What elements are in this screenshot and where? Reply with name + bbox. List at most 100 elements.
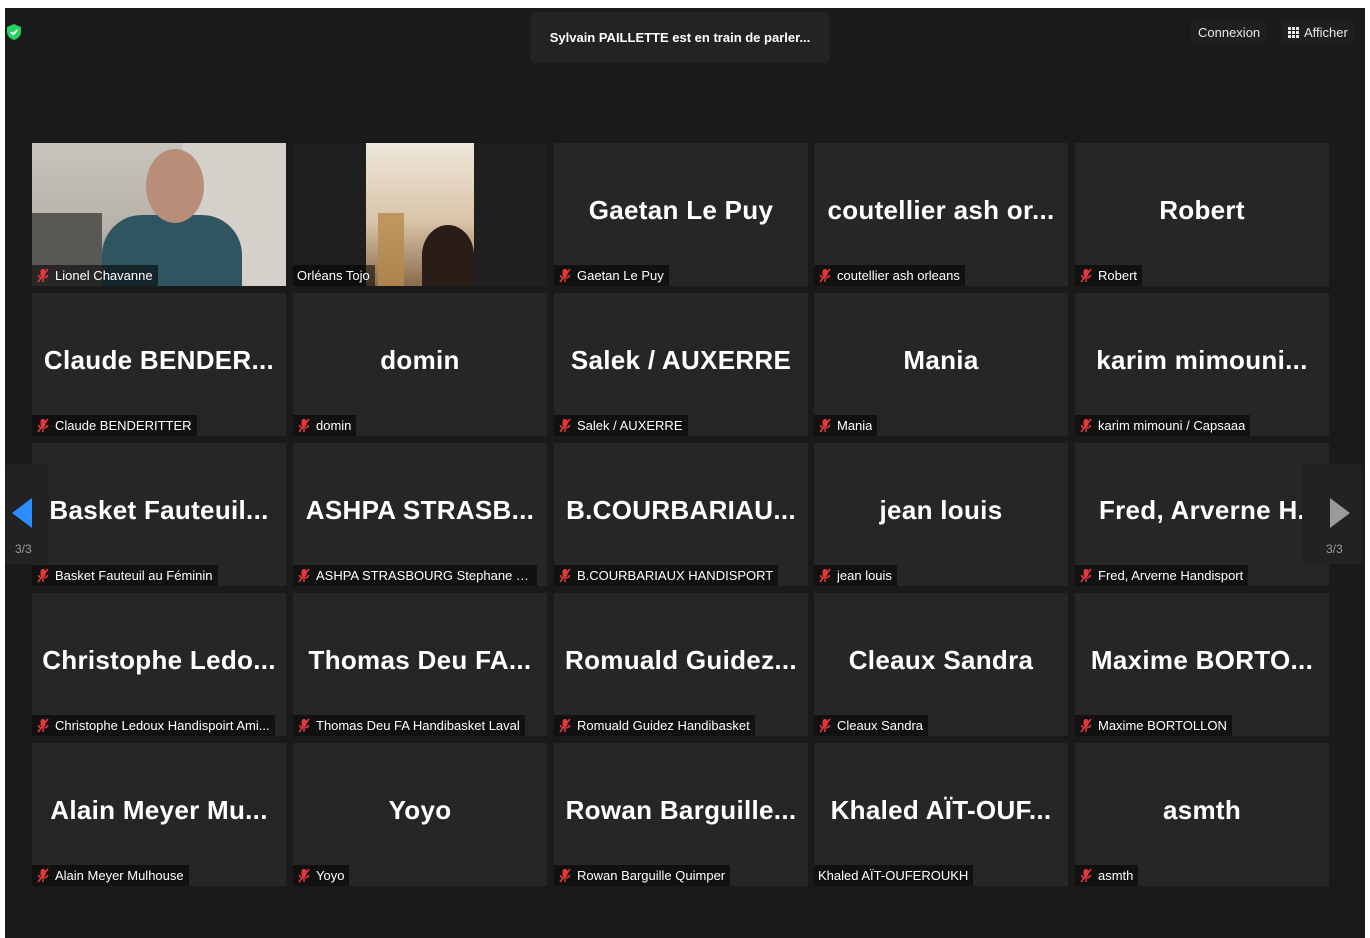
participant-tile[interactable]: karim mimouni... karim mimouni / Capsaaa bbox=[1075, 293, 1329, 436]
participant-name: Fred, Arverne Handisport bbox=[1098, 568, 1244, 583]
participant-tile[interactable]: Christophe Ledo... Christophe Ledoux Hand… bbox=[32, 593, 286, 736]
participant-name: Gaetan Le Puy bbox=[577, 268, 664, 283]
participant-name-label: Robert bbox=[1075, 265, 1143, 286]
active-speaker-text: Sylvain PAILLETTE est en train de parler… bbox=[549, 30, 811, 45]
participant-name-label: Cleaux Sandra bbox=[814, 715, 928, 736]
participant-name: ASHPA STRASBOURG Stephane KN... bbox=[316, 568, 532, 583]
participant-name-label: karim mimouni / Capsaaa bbox=[1075, 415, 1251, 436]
muted-microphone-icon bbox=[36, 868, 50, 883]
participant-tile[interactable]: Khaled AÏT-OUF... Khaled AÏT-OUFEROUKH bbox=[814, 743, 1068, 886]
page-indicator-right: 3/3 bbox=[1326, 542, 1343, 556]
participant-display-name: B.COURBARIAU... bbox=[566, 495, 796, 525]
arrow-left-icon bbox=[12, 498, 32, 528]
muted-microphone-icon bbox=[297, 568, 311, 583]
participant-name-label: Fred, Arverne Handisport bbox=[1075, 565, 1249, 586]
participant-display-name: Christophe Ledo... bbox=[42, 645, 276, 675]
participant-tile[interactable]: Claude BENDER... Claude BENDERITTER bbox=[32, 293, 286, 436]
participant-tile[interactable]: Alain Meyer Mu... Alain Meyer Mulhouse bbox=[32, 743, 286, 886]
participant-tile[interactable]: Romuald Guidez... Romuald Guidez Handibas… bbox=[554, 593, 808, 736]
muted-microphone-icon bbox=[36, 718, 50, 733]
muted-microphone-icon bbox=[558, 868, 572, 883]
participant-tile[interactable]: Yoyo Yoyo bbox=[293, 743, 547, 886]
participant-name: Alain Meyer Mulhouse bbox=[55, 868, 184, 883]
muted-microphone-icon bbox=[297, 868, 311, 883]
participant-tile[interactable]: Mania Mania bbox=[814, 293, 1068, 436]
participant-display-name: Romuald Guidez... bbox=[565, 645, 797, 675]
participant-tile[interactable]: B.COURBARIAU... B.COURBARIAUX HANDISPORT bbox=[554, 443, 808, 586]
muted-microphone-icon bbox=[1079, 418, 1093, 433]
participant-name-label: Romuald Guidez Handibasket bbox=[554, 715, 755, 736]
participant-name: Claude BENDERITTER bbox=[55, 418, 192, 433]
participant-display-name: jean louis bbox=[879, 495, 1003, 525]
participant-name-label: Claude BENDERITTER bbox=[32, 415, 197, 436]
participant-tile[interactable]: Orléans Tojo bbox=[293, 143, 547, 286]
participant-display-name: Fred, Arverne H. bbox=[1098, 495, 1306, 525]
participant-display-name: Alain Meyer Mu... bbox=[50, 795, 268, 825]
participant-display-name: Salek / AUXERRE bbox=[570, 345, 792, 375]
muted-microphone-icon bbox=[818, 568, 832, 583]
participant-name-label: Khaled AÏT-OUFEROUKH bbox=[814, 865, 974, 886]
participant-tile[interactable]: Fred, Arverne H. Fred, Arverne Handisport bbox=[1075, 443, 1329, 586]
muted-microphone-icon bbox=[558, 718, 572, 733]
participant-display-name: domin bbox=[380, 345, 460, 375]
participant-tile[interactable]: Thomas Deu FA... Thomas Deu FA Handibaske… bbox=[293, 593, 547, 736]
muted-microphone-icon bbox=[36, 418, 50, 433]
participant-name-label: Mania bbox=[814, 415, 878, 436]
participant-tile[interactable]: Cleaux Sandra Cleaux Sandra bbox=[814, 593, 1068, 736]
participant-name: Cleaux Sandra bbox=[837, 718, 923, 733]
participant-name: Robert bbox=[1098, 268, 1138, 283]
participant-name-label: Christophe Ledoux Handispoirt Ami... bbox=[32, 715, 275, 736]
participant-name: asmth bbox=[1098, 868, 1134, 883]
participant-name-label: Yoyo bbox=[293, 865, 350, 886]
participant-name-label: Rowan Barguille Quimper bbox=[554, 865, 731, 886]
encryption-shield-icon[interactable] bbox=[7, 24, 21, 40]
participant-name-label: Salek / AUXERRE bbox=[554, 415, 688, 436]
login-button[interactable]: Connexion bbox=[1191, 20, 1268, 44]
participant-tile[interactable]: Salek / AUXERRE Salek / AUXERRE bbox=[554, 293, 808, 436]
participant-tile[interactable]: domin domin bbox=[293, 293, 547, 436]
participant-display-name: Mania bbox=[903, 345, 979, 375]
participant-name-label: jean louis bbox=[814, 565, 897, 586]
participant-tile[interactable]: Lionel Chavanne bbox=[32, 143, 286, 286]
participant-display-name: Cleaux Sandra bbox=[848, 645, 1034, 675]
participant-name: Romuald Guidez Handibasket bbox=[577, 718, 750, 733]
participant-display-name: asmth bbox=[1162, 795, 1242, 825]
participant-tile[interactable]: ASHPA STRASB... ASHPA STRASBOURG Stephane… bbox=[293, 443, 547, 586]
participant-display-name: ASHPA STRASB... bbox=[305, 495, 535, 525]
active-speaker-banner: Sylvain PAILLETTE est en train de parler… bbox=[530, 12, 830, 63]
participant-tile[interactable]: asmth asmth bbox=[1075, 743, 1329, 886]
participant-name: Salek / AUXERRE bbox=[577, 418, 683, 433]
participant-tile[interactable]: Rowan Barguille... Rowan Barguille Quimpe… bbox=[554, 743, 808, 886]
participant-name: Yoyo bbox=[316, 868, 345, 883]
participant-tile[interactable]: Robert Robert bbox=[1075, 143, 1329, 286]
login-label: Connexion bbox=[1198, 24, 1261, 40]
participant-name: coutellier ash orleans bbox=[837, 268, 960, 283]
participant-name: karim mimouni / Capsaaa bbox=[1098, 418, 1246, 433]
participant-name: Lionel Chavanne bbox=[55, 268, 153, 283]
participant-name-label: Alain Meyer Mulhouse bbox=[32, 865, 189, 886]
participant-name-label: ASHPA STRASBOURG Stephane KN... bbox=[293, 565, 537, 586]
participant-tile[interactable]: jean louis jean louis bbox=[814, 443, 1068, 586]
participant-tile[interactable]: Maxime BORTO... Maxime BORTOLLON bbox=[1075, 593, 1329, 736]
participant-tile[interactable]: coutellier ash or... coutellier ash orlea… bbox=[814, 143, 1068, 286]
participant-display-name: coutellier ash or... bbox=[827, 195, 1055, 225]
participant-tile[interactable]: Gaetan Le Puy Gaetan Le Puy bbox=[554, 143, 808, 286]
muted-microphone-icon bbox=[818, 718, 832, 733]
participant-tile[interactable]: Basket Fauteuil... Basket Fauteuil au Fém… bbox=[32, 443, 286, 586]
participant-display-name: Claude BENDER... bbox=[43, 345, 275, 375]
muted-microphone-icon bbox=[36, 268, 50, 283]
participant-name: domin bbox=[316, 418, 352, 433]
participant-name-label: B.COURBARIAUX HANDISPORT bbox=[554, 565, 779, 586]
view-button[interactable]: Afficher bbox=[1281, 20, 1355, 44]
participant-name: Mania bbox=[837, 418, 873, 433]
muted-microphone-icon bbox=[558, 268, 572, 283]
participant-display-name: Khaled AÏT-OUF... bbox=[830, 795, 1052, 825]
next-page-button[interactable]: 3/3 bbox=[1302, 464, 1362, 564]
previous-page-button[interactable]: 3/3 bbox=[5, 464, 49, 564]
grid-view-icon bbox=[1288, 26, 1299, 38]
page-indicator-left: 3/3 bbox=[15, 542, 32, 556]
participant-display-name: Yoyo bbox=[388, 795, 452, 825]
participant-name-label: Thomas Deu FA Handibasket Laval bbox=[293, 715, 525, 736]
participant-name: Thomas Deu FA Handibasket Laval bbox=[316, 718, 520, 733]
participant-name: Basket Fauteuil au Féminin bbox=[55, 568, 213, 583]
